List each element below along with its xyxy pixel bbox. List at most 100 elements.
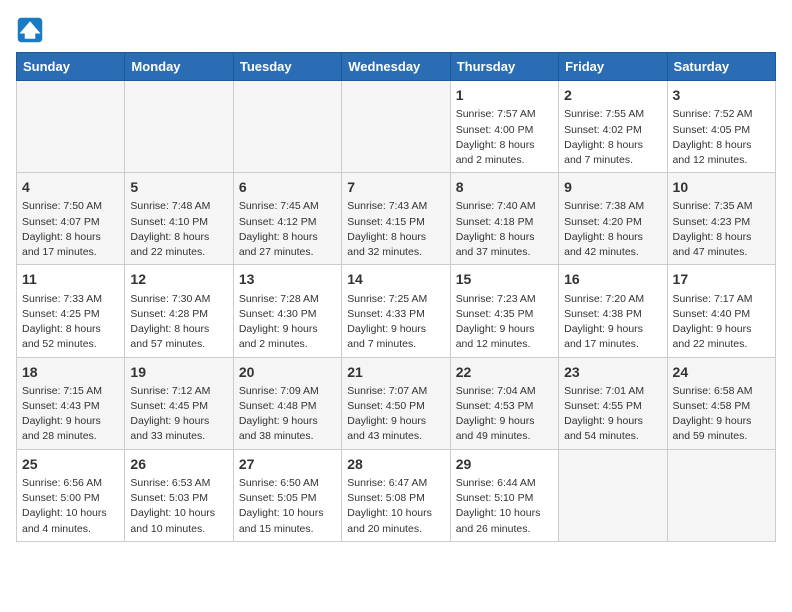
day-number: 15 (456, 269, 553, 289)
day-info: Sunrise: 6:47 AM (347, 476, 444, 491)
day-info: Daylight: 8 hours (22, 230, 119, 245)
day-info: Sunrise: 7:40 AM (456, 199, 553, 214)
day-info: and 17 minutes. (22, 245, 119, 260)
day-info: and 4 minutes. (22, 522, 119, 537)
day-info: and 7 minutes. (347, 337, 444, 352)
logo (16, 16, 48, 44)
day-number: 5 (130, 177, 227, 197)
calendar-cell (17, 81, 125, 173)
day-info: Sunrise: 7:25 AM (347, 292, 444, 307)
day-info: Daylight: 10 hours (130, 506, 227, 521)
day-info: Daylight: 9 hours (22, 414, 119, 429)
day-info: and 37 minutes. (456, 245, 553, 260)
day-info: Sunrise: 6:53 AM (130, 476, 227, 491)
calendar-week-3: 11Sunrise: 7:33 AMSunset: 4:25 PMDayligh… (17, 265, 776, 357)
day-number: 20 (239, 362, 336, 382)
day-info: Sunset: 4:50 PM (347, 399, 444, 414)
day-info: Sunrise: 6:44 AM (456, 476, 553, 491)
day-info: Sunset: 4:25 PM (22, 307, 119, 322)
day-info: Sunrise: 7:07 AM (347, 384, 444, 399)
day-info: Sunrise: 7:28 AM (239, 292, 336, 307)
day-info: Sunrise: 7:09 AM (239, 384, 336, 399)
day-info: Sunset: 4:07 PM (22, 215, 119, 230)
day-info: Sunrise: 7:45 AM (239, 199, 336, 214)
day-info: Sunset: 5:10 PM (456, 491, 553, 506)
day-info: and 28 minutes. (22, 429, 119, 444)
calendar-cell (342, 81, 450, 173)
day-info: Sunrise: 7:01 AM (564, 384, 661, 399)
day-info: and 22 minutes. (673, 337, 770, 352)
day-info: Sunset: 4:33 PM (347, 307, 444, 322)
day-number: 16 (564, 269, 661, 289)
day-info: and 59 minutes. (673, 429, 770, 444)
day-info: Sunrise: 7:15 AM (22, 384, 119, 399)
calendar-cell (233, 81, 341, 173)
calendar-week-2: 4Sunrise: 7:50 AMSunset: 4:07 PMDaylight… (17, 173, 776, 265)
day-info: Sunrise: 7:17 AM (673, 292, 770, 307)
day-info: Sunset: 5:03 PM (130, 491, 227, 506)
day-number: 19 (130, 362, 227, 382)
day-number: 2 (564, 85, 661, 105)
day-info: Sunrise: 7:23 AM (456, 292, 553, 307)
day-info: Sunrise: 7:20 AM (564, 292, 661, 307)
day-info: Sunset: 4:40 PM (673, 307, 770, 322)
day-info: Daylight: 10 hours (239, 506, 336, 521)
day-info: Sunset: 4:28 PM (130, 307, 227, 322)
day-info: Daylight: 9 hours (456, 322, 553, 337)
day-info: and 32 minutes. (347, 245, 444, 260)
day-info: and 38 minutes. (239, 429, 336, 444)
day-info: Sunset: 4:20 PM (564, 215, 661, 230)
day-info: Sunrise: 6:58 AM (673, 384, 770, 399)
calendar-cell: 13Sunrise: 7:28 AMSunset: 4:30 PMDayligh… (233, 265, 341, 357)
calendar-cell: 25Sunrise: 6:56 AMSunset: 5:00 PMDayligh… (17, 449, 125, 541)
day-info: and 12 minutes. (673, 153, 770, 168)
calendar-cell (667, 449, 775, 541)
calendar-table: SundayMondayTuesdayWednesdayThursdayFrid… (16, 52, 776, 542)
calendar-cell: 10Sunrise: 7:35 AMSunset: 4:23 PMDayligh… (667, 173, 775, 265)
day-info: and 2 minutes. (456, 153, 553, 168)
day-number: 25 (22, 454, 119, 474)
day-info: Sunrise: 7:48 AM (130, 199, 227, 214)
calendar-cell: 29Sunrise: 6:44 AMSunset: 5:10 PMDayligh… (450, 449, 558, 541)
day-info: Daylight: 9 hours (673, 322, 770, 337)
day-info: Daylight: 10 hours (347, 506, 444, 521)
day-number: 23 (564, 362, 661, 382)
day-info: and 22 minutes. (130, 245, 227, 260)
day-info: and 15 minutes. (239, 522, 336, 537)
day-number: 7 (347, 177, 444, 197)
day-number: 12 (130, 269, 227, 289)
calendar-cell: 5 Sunrise: 7:48 AMSunset: 4:10 PMDaylight… (125, 173, 233, 265)
day-info: Daylight: 9 hours (239, 414, 336, 429)
calendar-cell: 15Sunrise: 7:23 AMSunset: 4:35 PMDayligh… (450, 265, 558, 357)
day-info: and 26 minutes. (456, 522, 553, 537)
day-info: Daylight: 8 hours (564, 230, 661, 245)
day-number: 11 (22, 269, 119, 289)
weekday-header-thursday: Thursday (450, 53, 558, 81)
day-info: Daylight: 9 hours (239, 322, 336, 337)
day-info: Daylight: 9 hours (347, 322, 444, 337)
day-info: Sunset: 4:12 PM (239, 215, 336, 230)
day-info: Sunrise: 7:04 AM (456, 384, 553, 399)
calendar-week-5: 25Sunrise: 6:56 AMSunset: 5:00 PMDayligh… (17, 449, 776, 541)
weekday-header-sunday: Sunday (17, 53, 125, 81)
day-info: Daylight: 9 hours (130, 414, 227, 429)
day-info: Daylight: 8 hours (564, 138, 661, 153)
day-number: 8 (456, 177, 553, 197)
day-info: Daylight: 8 hours (347, 230, 444, 245)
day-info: Sunrise: 7:57 AM (456, 107, 553, 122)
day-info: Sunrise: 6:50 AM (239, 476, 336, 491)
day-info: Sunrise: 7:52 AM (673, 107, 770, 122)
day-info: Daylight: 9 hours (564, 414, 661, 429)
day-info: Daylight: 8 hours (673, 230, 770, 245)
calendar-cell: 19Sunrise: 7:12 AMSunset: 4:45 PMDayligh… (125, 357, 233, 449)
calendar-cell (559, 449, 667, 541)
day-number: 22 (456, 362, 553, 382)
day-info: Daylight: 8 hours (130, 230, 227, 245)
calendar-cell: 22Sunrise: 7:04 AMSunset: 4:53 PMDayligh… (450, 357, 558, 449)
day-info: Sunset: 4:10 PM (130, 215, 227, 230)
day-info: Sunset: 4:02 PM (564, 123, 661, 138)
calendar-cell: 27Sunrise: 6:50 AMSunset: 5:05 PMDayligh… (233, 449, 341, 541)
day-number: 24 (673, 362, 770, 382)
day-info: Sunset: 4:48 PM (239, 399, 336, 414)
day-info: Daylight: 8 hours (456, 138, 553, 153)
